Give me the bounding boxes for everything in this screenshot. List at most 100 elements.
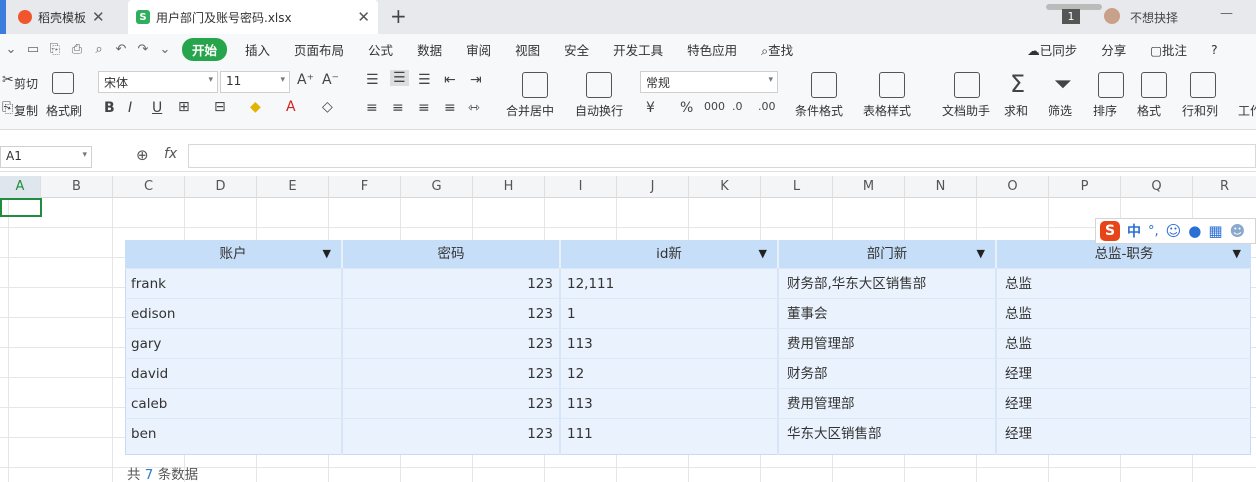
menu-formulas[interactable]: 公式 [356,40,405,59]
column-header[interactable]: G [401,176,473,198]
column-header[interactable]: J [617,176,689,198]
format-button[interactable]: 格式 [1137,102,1161,119]
sogou-logo-icon[interactable]: S [1100,221,1120,241]
menu-view[interactable]: 视图 [503,40,552,59]
indent-increase-icon[interactable]: ⇥ [470,72,482,88]
help-button[interactable]: ? [1199,42,1230,57]
column-header-a[interactable]: A [0,176,41,198]
export-icon[interactable]: ⎘ [44,42,66,57]
sum-button[interactable]: 求和 [1004,102,1028,119]
emoji-icon[interactable]: ☺ [1166,222,1182,240]
print-preview-icon[interactable]: ⌕ [88,42,110,57]
column-header[interactable]: M [833,176,905,198]
ime-language-toggle[interactable]: 中 [1127,221,1141,241]
font-color-icon[interactable]: A [286,99,296,115]
column-header[interactable]: K [689,176,761,198]
bold-button[interactable]: B [104,100,115,116]
formula-input[interactable] [188,144,1256,168]
zoom-icon[interactable]: ⊕ [136,146,149,164]
menu-dropdown-icon[interactable]: ⌄ [0,42,22,57]
doc-helper-button[interactable]: 文档助手 [942,102,990,119]
header-title[interactable]: 总监-职务 ▼ [997,240,1251,268]
share-button[interactable]: 分享 [1089,40,1138,59]
column-header[interactable]: C [113,176,185,198]
user-avatar[interactable] [1104,8,1120,24]
minimize-button[interactable]: — [1220,6,1233,21]
align-center-icon[interactable]: ≡ [392,100,404,116]
menu-page-layout[interactable]: 页面布局 [282,40,356,59]
column-header[interactable]: E [257,176,329,198]
underline-button[interactable]: U [152,100,162,116]
close-tab-icon[interactable]: ✕ [92,8,105,26]
keyboard-icon[interactable]: ▦ [1208,222,1222,240]
tab-spreadsheet[interactable]: S 用户部门及账号密码.xlsx ✕ [128,0,378,34]
wrap-text-button[interactable]: 自动换行 [575,102,623,119]
italic-button[interactable]: I [128,100,132,116]
undo-icon[interactable]: ↶ [110,42,132,57]
cut-button[interactable]: 剪切 [14,75,38,92]
filter-dropdown-icon[interactable]: ▼ [1233,240,1241,268]
microphone-icon[interactable]: ● [1188,222,1201,240]
new-tab-button[interactable]: + [390,4,407,28]
ime-toolbar[interactable]: S 中 °, ☺ ● ▦ ☻ [1095,218,1256,244]
username[interactable]: 不想抉择 [1130,9,1178,26]
align-top-icon[interactable]: ☰ [366,72,379,88]
quick-access-more-icon[interactable]: ⌄ [154,42,176,57]
decrease-decimal-icon[interactable]: .00 [758,100,776,113]
thousands-icon[interactable]: 000 [704,100,725,113]
number-format-select[interactable]: 常规 ▾ [640,71,778,93]
align-middle-icon[interactable]: ☰ [390,70,409,86]
menu-security[interactable]: 安全 [552,40,601,59]
header-account[interactable]: 账户 ▼ [125,240,343,268]
align-bottom-icon[interactable]: ☰ [418,72,431,88]
insert-function-button[interactable]: fx [164,146,177,162]
column-header[interactable]: P [1049,176,1121,198]
grow-font-button[interactable]: A⁺ [297,72,314,88]
filter-dropdown-icon[interactable]: ▼ [323,240,331,268]
menu-data[interactable]: 数据 [405,40,454,59]
align-right-icon[interactable]: ≡ [418,100,430,116]
annotate-button[interactable]: ▢批注 [1138,40,1199,59]
menu-insert[interactable]: 插入 [233,40,282,59]
sort-button[interactable]: 排序 [1093,102,1117,119]
column-header[interactable]: I [545,176,617,198]
distribute-icon[interactable]: ⇿ [468,100,480,116]
close-tab-icon[interactable]: ✕ [357,8,370,26]
filter-dropdown-icon[interactable]: ▼ [759,240,767,268]
indent-decrease-icon[interactable]: ⇤ [444,72,456,88]
save-icon[interactable]: ▭ [22,42,44,57]
menu-search[interactable]: ⌕查找 [749,40,805,59]
tab-docer-templates[interactable]: 稻壳模板 ✕ [10,0,126,34]
header-id[interactable]: id新 ▼ [561,240,779,268]
table-row[interactable]: ben 123 111 华东大区销售部 经理 [125,418,1251,448]
table-row[interactable]: gary 123 113 费用管理部 总监 [125,328,1251,358]
filter-button[interactable]: 筛选 [1048,102,1072,119]
table-row[interactable]: frank 123 12,111 财务部,华东大区销售部 总监 [125,268,1251,298]
header-password[interactable]: 密码 [343,240,561,268]
table-row[interactable]: david 123 12 财务部 经理 [125,358,1251,388]
selected-cell-a1[interactable] [0,198,42,217]
column-header[interactable]: F [329,176,401,198]
justify-icon[interactable]: ≡ [444,100,456,116]
row-col-button[interactable]: 行和列 [1182,102,1218,119]
column-header[interactable]: B [41,176,113,198]
font-name-select[interactable]: 宋体 ▾ [98,71,218,93]
align-left-icon[interactable]: ≡ [366,100,378,116]
format-painter-button[interactable]: 格式刷 [46,102,82,119]
column-header[interactable]: N [905,176,977,198]
column-header[interactable]: L [761,176,833,198]
column-header[interactable]: Q [1121,176,1193,198]
merge-center-button[interactable]: 合并居中 [506,102,554,119]
font-size-select[interactable]: 11 ▾ [220,71,290,93]
menu-special-apps[interactable]: 特色应用 [675,40,749,59]
conditional-format-button[interactable]: 条件格式 [795,102,843,119]
fill-color-icon[interactable]: ◆ [250,99,261,115]
user-icon[interactable]: ☻ [1230,222,1246,240]
increase-decimal-icon[interactable]: .0 [732,100,743,113]
column-header[interactable]: D [185,176,257,198]
ime-punctuation-toggle[interactable]: °, [1148,224,1159,239]
column-header[interactable]: O [977,176,1049,198]
sync-status[interactable]: ☁已同步 [1015,40,1089,59]
filter-dropdown-icon[interactable]: ▼ [977,240,985,268]
copy-button[interactable]: 复制 [14,102,38,119]
